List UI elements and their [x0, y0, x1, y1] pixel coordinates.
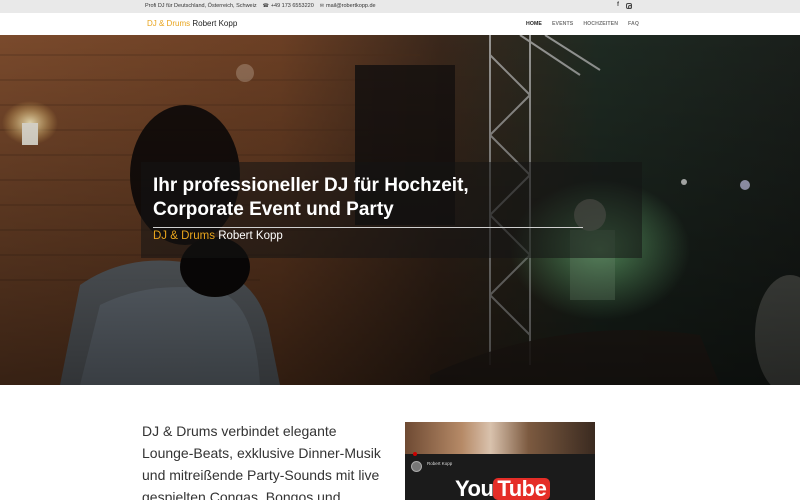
record-dot-icon — [413, 452, 417, 456]
instagram-icon[interactable] — [626, 3, 632, 9]
video-thumbnail-image — [405, 422, 595, 454]
contact-info: Profi DJ für Deutschland, Österreich, Sc… — [145, 3, 376, 9]
nav-events[interactable]: EVENTS — [552, 21, 573, 27]
youtube-video-embed[interactable]: Robert Kopp You Tube — [405, 422, 595, 500]
main-nav: HOME EVENTS HOCHZEITEN FAQ — [526, 21, 639, 27]
hero-subtitle-name: Robert Kopp — [218, 230, 283, 242]
site-logo[interactable]: DJ & Drums Robert Kopp — [147, 19, 237, 28]
youtube-logo-you: You — [455, 476, 494, 500]
email-address: mail@robertkopp.de — [326, 3, 376, 9]
nav-faq[interactable]: FAQ — [628, 21, 639, 27]
youtube-logo-tube: Tube — [493, 478, 551, 500]
hero-subtitle: DJ & Drums Robert Kopp — [153, 230, 283, 242]
hero-section: Ihr professioneller DJ für Hochzeit, Cor… — [0, 35, 800, 385]
hero-caption-box: Ihr professioneller DJ für Hochzeit, Cor… — [141, 162, 642, 258]
channel-avatar — [411, 461, 422, 472]
phone-link[interactable]: ☎ +49 173 6553220 — [263, 3, 314, 9]
phone-number: +49 173 6553220 — [270, 3, 314, 9]
envelope-icon: ✉ — [319, 3, 324, 9]
logo-name-text: Robert Kopp — [192, 19, 238, 28]
tagline: Profi DJ für Deutschland, Österreich, Sc… — [145, 3, 257, 9]
top-info-bar: Profi DJ für Deutschland, Österreich, Sc… — [0, 0, 800, 13]
hero-subtitle-dj: DJ & Drums — [153, 230, 215, 242]
hero-divider — [153, 227, 583, 228]
logo-dj-text: DJ & Drums — [147, 19, 191, 28]
nav-hochzeiten[interactable]: HOCHZEITEN — [583, 21, 618, 27]
intro-paragraph: DJ & Drums verbindet elegante Lounge-Bea… — [142, 423, 381, 500]
email-link[interactable]: ✉ mail@robertkopp.de — [320, 3, 376, 9]
nav-home[interactable]: HOME — [526, 21, 542, 27]
facebook-icon[interactable]: f — [617, 2, 619, 8]
phone-icon: ☎ — [262, 3, 269, 9]
channel-name: Robert Kopp — [427, 461, 453, 466]
hero-title: Ihr professioneller DJ für Hochzeit, Cor… — [153, 175, 469, 220]
site-header: DJ & Drums Robert Kopp HOME EVENTS HOCHZ… — [0, 13, 800, 35]
youtube-logo: You Tube — [455, 476, 551, 500]
social-links: f — [617, 2, 632, 9]
